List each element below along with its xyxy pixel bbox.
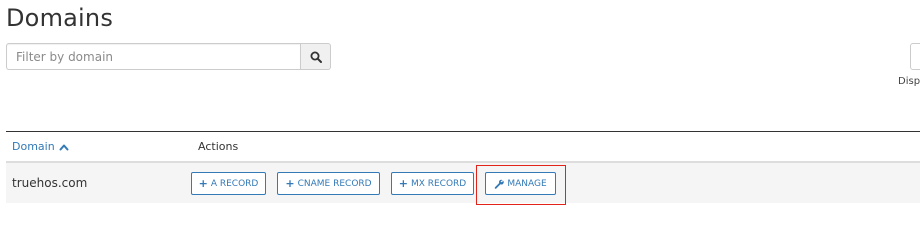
table-header: Domain Actions	[6, 132, 920, 163]
add-a-record-button[interactable]: + A RECORD	[191, 172, 266, 195]
column-header-domain-label: Domain	[12, 140, 55, 153]
add-a-record-label: A RECORD	[210, 178, 259, 189]
add-cname-record-button[interactable]: + CNAME RECORD	[277, 172, 380, 195]
search-icon	[310, 51, 322, 63]
display-label: Displ	[898, 76, 920, 87]
domains-table: Domain Actions truehos.com + A RECORD + …	[6, 131, 920, 203]
manage-label: MANAGE	[507, 178, 547, 189]
search-button[interactable]	[300, 43, 331, 70]
manage-button[interactable]: MANAGE	[485, 172, 556, 195]
table-row: truehos.com + A RECORD + CNAME RECORD + …	[6, 163, 920, 203]
wrench-icon	[495, 179, 505, 189]
page-size-select[interactable]	[910, 43, 920, 70]
domains-page: Domains Displ Domain Actions truehos.com	[0, 0, 920, 252]
column-header-actions: Actions	[198, 140, 239, 153]
column-header-domain[interactable]: Domain	[12, 140, 69, 153]
plus-icon: +	[198, 177, 208, 190]
plus-icon: +	[398, 177, 408, 190]
add-mx-record-button[interactable]: + MX RECORD	[391, 172, 474, 195]
chevron-up-icon	[59, 144, 69, 150]
add-mx-record-label: MX RECORD	[410, 178, 467, 189]
domain-filter-input[interactable]	[6, 43, 300, 70]
page-title: Domains	[6, 4, 114, 32]
add-cname-record-label: CNAME RECORD	[297, 178, 372, 189]
domain-filter	[6, 43, 331, 70]
plus-icon: +	[285, 177, 295, 190]
domain-name: truehos.com	[12, 176, 88, 190]
